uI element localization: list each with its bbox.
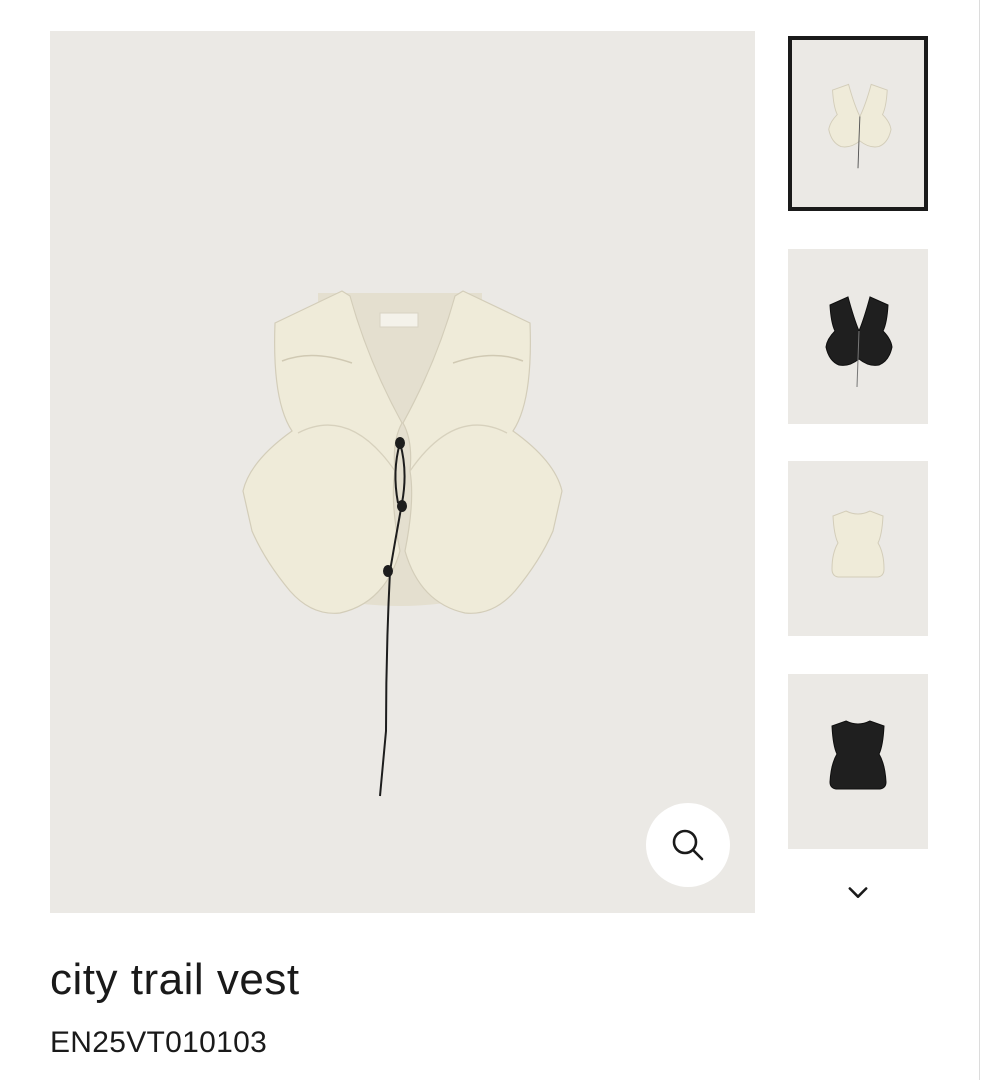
thumbnail-2[interactable] (788, 249, 928, 424)
main-product-image[interactable] (50, 31, 755, 913)
cream-vest-thumbnail (828, 83, 892, 169)
thumbnail-4[interactable] (788, 674, 928, 849)
thumbnails-next-button[interactable] (838, 872, 878, 912)
product-page: city trail vest EN25VT010103 (0, 0, 984, 1080)
black-vest-back-thumbnail (829, 720, 887, 790)
zoom-button[interactable] (646, 803, 730, 887)
product-code: EN25VT010103 (50, 1026, 268, 1059)
cream-vest-back-thumbnail (831, 510, 885, 578)
chevron-down-icon (848, 887, 868, 898)
search-icon (672, 829, 704, 861)
cream-vest-image (242, 290, 563, 797)
thumbnail-1[interactable] (788, 36, 928, 211)
divider (979, 0, 980, 1080)
black-vest-thumbnail (825, 296, 893, 388)
product-title: city trail vest (50, 955, 300, 1004)
thumbnail-3[interactable] (788, 461, 928, 636)
